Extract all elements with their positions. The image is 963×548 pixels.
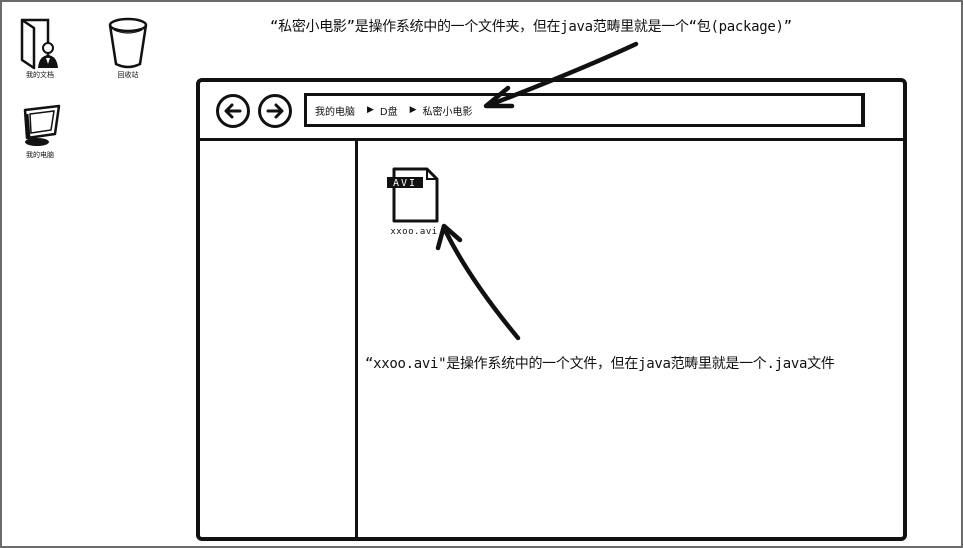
file-list-pane: AVI xxoo.avi [358,141,903,537]
computer-icon [23,104,61,146]
back-button[interactable] [216,94,250,128]
window-toolbar: 我的电脑 ▶ D盘 ▶ 私密小电影 [200,82,903,141]
breadcrumb-d-drive[interactable]: D盘 [380,103,398,118]
documents-user-icon [20,18,58,70]
arrow-left-icon [224,103,242,119]
desktop-icon-my-documents[interactable]: 我的文档 [5,16,75,80]
breadcrumb-folder[interactable]: 私密小电影 [423,103,473,118]
folder-annotation: “私密小电影”是操作系统中的一个文件夹，但在java范畴里就是一个“包(pack… [270,19,792,35]
navigation-pane [200,141,358,537]
forward-button[interactable] [258,94,292,128]
desktop-icon-my-computer[interactable]: 我的电脑 [5,104,75,160]
desktop-icon-label: 我的电脑 [26,151,54,159]
address-bar[interactable]: 我的电脑 ▶ D盘 ▶ 私密小电影 [304,93,865,127]
explorer-window: 我的电脑 ▶ D盘 ▶ 私密小电影 AVI xxoo.avi [196,78,907,541]
breadcrumb-my-computer[interactable]: 我的电脑 [315,103,355,118]
breadcrumb-separator-icon: ▶ [367,105,374,115]
video-file-icon: AVI [387,167,439,223]
file-item[interactable]: AVI xxoo.avi [384,165,444,237]
desktop-icon-recycle-bin[interactable]: 回收站 [93,16,163,80]
file-annotation: “xxoo.avi"是操作系统中的一个文件，但在java范畴里就是一个.java… [365,356,835,372]
desktop-icon-label: 回收站 [117,71,139,79]
arrow-right-icon [266,103,284,119]
desktop-icon-label: 我的文档 [26,71,54,79]
file-badge: AVI [393,178,417,189]
breadcrumb-separator-icon: ▶ [409,105,417,115]
recycle-bin-icon [108,17,148,69]
file-name: xxoo.avi [390,227,438,237]
